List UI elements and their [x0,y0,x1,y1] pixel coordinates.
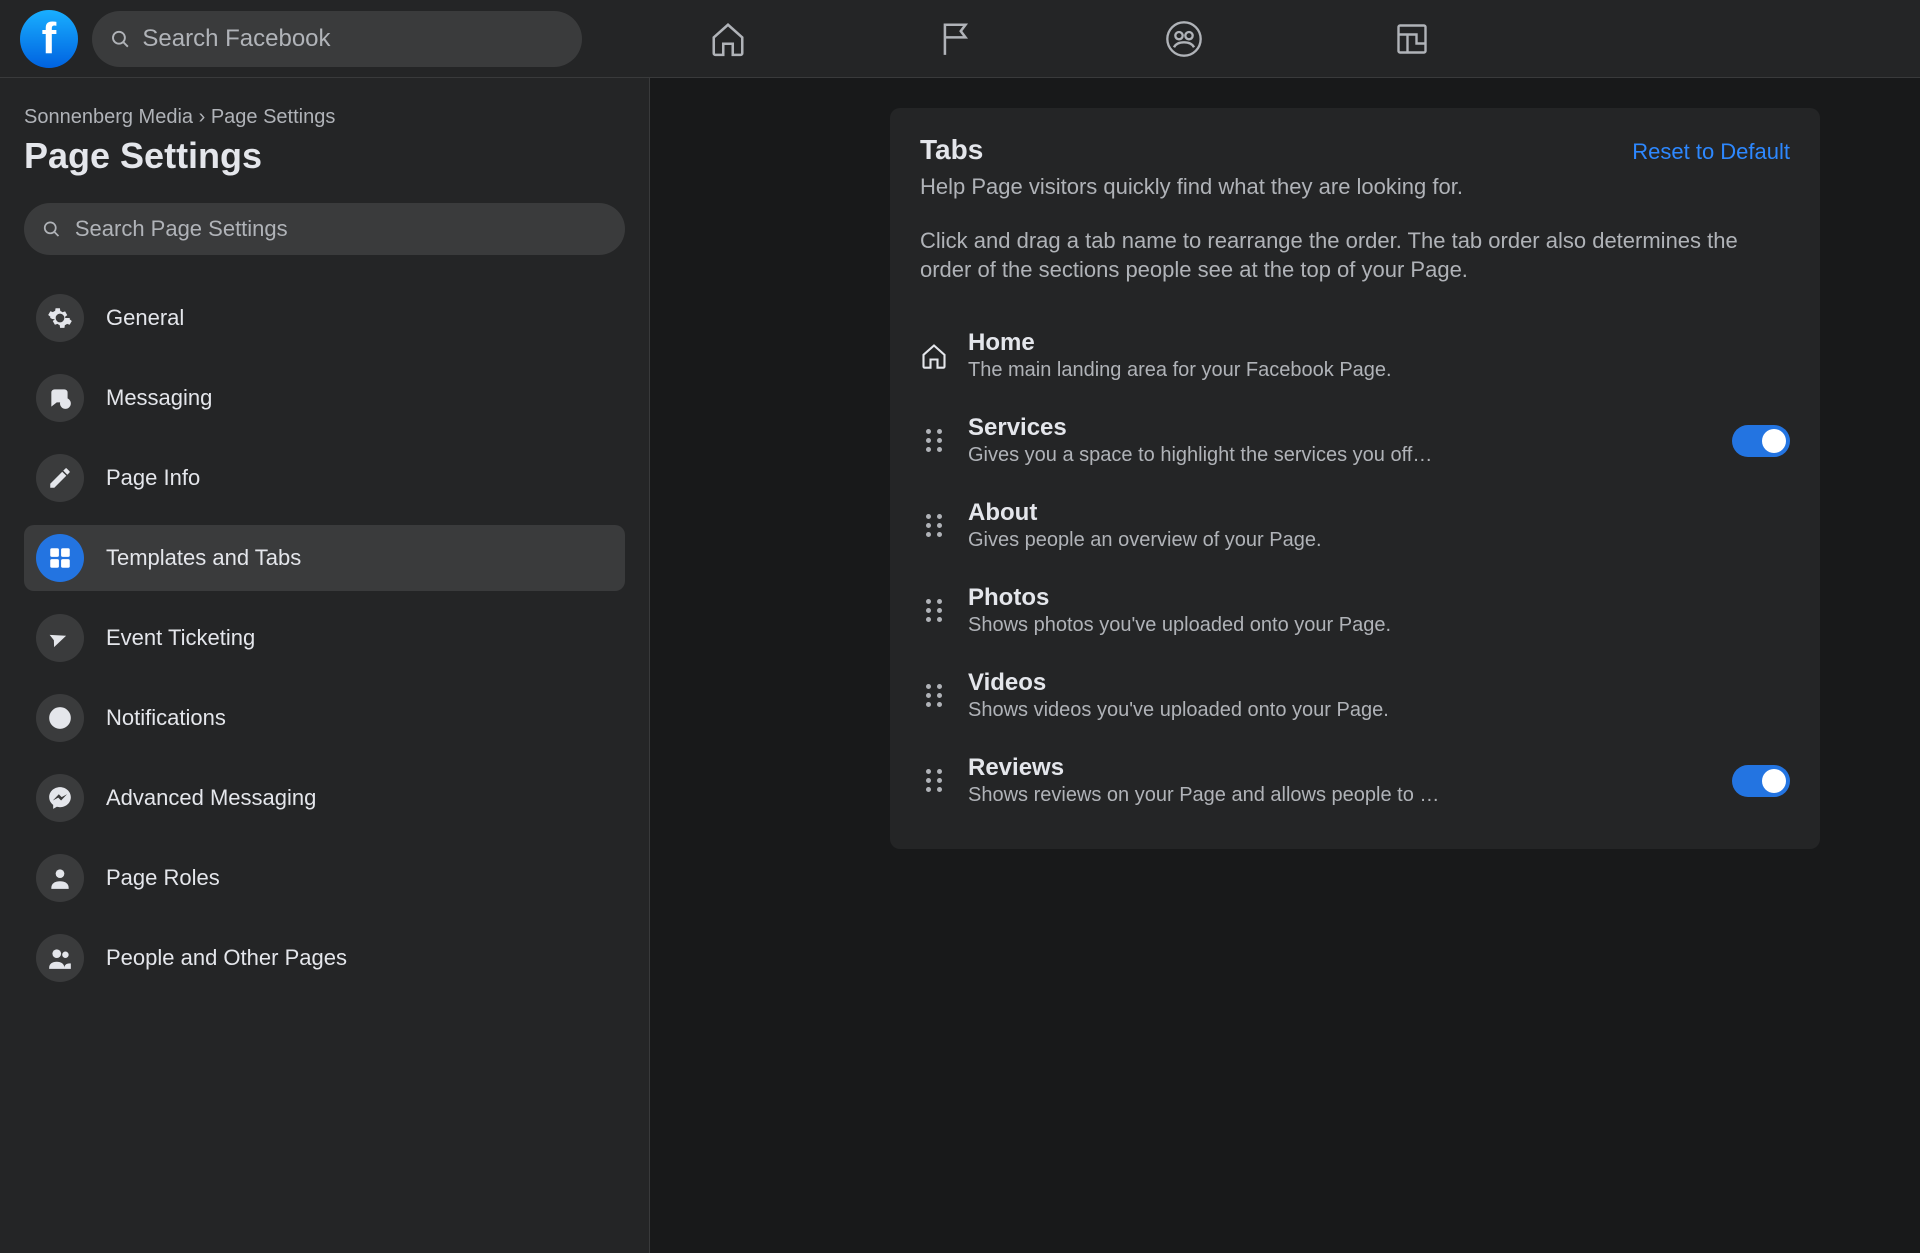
tab-title: Reviews [968,754,1712,782]
sidebar-item-templates-and-tabs[interactable]: Templates and Tabs [24,525,625,591]
sidebar-search-input[interactable] [75,216,607,242]
breadcrumb-sep: › [199,106,206,128]
tab-text: ReviewsShows reviews on your Page and al… [968,754,1712,807]
sidebar-item-label: Templates and Tabs [106,545,301,571]
sidebar-item-label: Messaging [106,385,212,411]
sidebar-item-advanced-messaging[interactable]: Advanced Messaging [24,765,625,831]
search-icon [110,28,130,50]
sidebar-item-label: Page Roles [106,865,220,891]
tab-text: PhotosShows photos you've uploaded onto … [968,584,1790,637]
drag-handle-icon[interactable] [920,514,948,537]
tab-row-home[interactable]: HomeThe main landing area for your Faceb… [920,313,1790,398]
tab-description: Shows reviews on your Page and allows pe… [968,784,1712,807]
sidebar-item-label: People and Other Pages [106,945,347,971]
sidebar-item-label: Notifications [106,705,226,731]
sidebar-item-event-ticketing[interactable]: Event Ticketing [24,605,625,671]
tab-row-services[interactable]: ServicesGives you a space to highlight t… [920,398,1790,483]
drag-handle-icon[interactable] [920,769,948,792]
breadcrumb-section[interactable]: Page Settings [211,106,336,128]
sidebar-menu: General Messaging Page Info Templates and T… [24,285,625,991]
sidebar-item-page-roles[interactable]: Page Roles [24,845,625,911]
tab-title: Videos [968,669,1790,697]
tab-description: Shows videos you've uploaded onto your P… [968,699,1790,722]
sidebar-search[interactable] [24,203,625,255]
panel-description: Click and drag a tab name to rearrange t… [920,226,1790,285]
page-title: Page Settings [24,135,625,177]
tab-title: Services [968,414,1712,442]
search-icon [42,219,61,239]
messenger-icon [36,774,84,822]
sidebar-item-page-info[interactable]: Page Info [24,445,625,511]
sidebar-item-label: Advanced Messaging [106,785,316,811]
sidebar-item-label: General [106,305,184,331]
drag-handle-icon[interactable] [920,429,948,452]
tabs-panel: Tabs Reset to Default Help Page visitors… [890,108,1820,849]
tab-text: HomeThe main landing area for your Faceb… [968,329,1790,382]
panel-title: Tabs [920,134,983,166]
tab-list: HomeThe main landing area for your Faceb… [920,313,1790,823]
tab-text: VideosShows videos you've uploaded onto … [968,669,1790,722]
groups-nav-icon[interactable] [1160,15,1208,63]
comments-icon [36,374,84,422]
sidebar-item-label: Event Ticketing [106,625,255,651]
globe-icon [36,694,84,742]
tab-title: Home [968,329,1790,357]
sidebar-item-general[interactable]: General [24,285,625,351]
top-nav [484,15,1436,63]
facebook-logo-icon[interactable]: f [20,10,78,68]
tab-title: About [968,499,1790,527]
drag-handle-icon[interactable] [920,599,948,622]
tab-text: AboutGives people an overview of your Pa… [968,499,1790,552]
panel-subtitle: Help Page visitors quickly find what the… [920,172,1790,202]
tab-row-videos[interactable]: VideosShows videos you've uploaded onto … [920,653,1790,738]
people-icon [36,934,84,982]
person-icon [36,854,84,902]
tab-description: Gives people an overview of your Page. [968,529,1790,552]
gaming-nav-icon[interactable] [1388,15,1436,63]
home-icon [920,341,948,371]
main-content: Tabs Reset to Default Help Page visitors… [650,78,1920,1253]
toggle-reviews[interactable] [1732,765,1790,797]
tab-description: Shows photos you've uploaded onto your P… [968,614,1790,637]
drag-handle-icon[interactable] [920,684,948,707]
ticket-icon [36,614,84,662]
reset-to-default-link[interactable]: Reset to Default [1632,139,1790,165]
sidebar-item-label: Page Info [106,465,200,491]
grid-icon [36,534,84,582]
breadcrumb[interactable]: Sonnenberg Media › Page Settings [24,106,625,129]
tab-row-reviews[interactable]: ReviewsShows reviews on your Page and al… [920,738,1790,823]
pencil-icon [36,454,84,502]
sidebar: Sonnenberg Media › Page Settings Page Se… [0,78,650,1253]
tab-description: Gives you a space to highlight the servi… [968,444,1712,467]
tab-row-photos[interactable]: PhotosShows photos you've uploaded onto … [920,568,1790,653]
top-bar: f [0,0,1920,78]
pages-nav-icon[interactable] [932,15,980,63]
toggle-services[interactable] [1732,425,1790,457]
tab-text: ServicesGives you a space to highlight t… [968,414,1712,467]
gear-icon [36,294,84,342]
sidebar-item-notifications[interactable]: Notifications [24,685,625,751]
tab-description: The main landing area for your Facebook … [968,359,1790,382]
breadcrumb-page[interactable]: Sonnenberg Media [24,106,193,128]
home-nav-icon[interactable] [704,15,752,63]
tab-title: Photos [968,584,1790,612]
sidebar-item-people-and-other-pages[interactable]: People and Other Pages [24,925,625,991]
sidebar-item-messaging[interactable]: Messaging [24,365,625,431]
tab-row-about[interactable]: AboutGives people an overview of your Pa… [920,483,1790,568]
